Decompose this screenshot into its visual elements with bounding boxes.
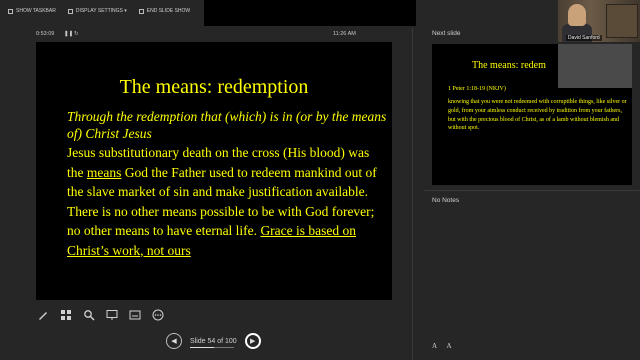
taskbar-icon <box>8 8 13 14</box>
display-settings-button[interactable]: DISPLAY SETTINGS ▾ <box>67 8 127 14</box>
pointer-icon[interactable] <box>105 308 119 322</box>
show-taskbar-label: SHOW TASKBAR <box>16 8 56 14</box>
slide-counter[interactable]: Slide 54 of 100 <box>190 337 237 348</box>
presenter-toolbar: SHOW TASKBAR DISPLAY SETTINGS ▾ END SLID… <box>0 0 208 22</box>
next-slide-verse: 1 Peter 1:18-19 (NKJV) <box>448 86 506 92</box>
video-person-head <box>568 4 586 26</box>
video-overlay <box>558 44 632 88</box>
next-slide-preview[interactable]: The means: redem 1 Peter 1:18-19 (NKJV) … <box>432 44 632 185</box>
notes-text: No Notes <box>432 197 460 204</box>
font-size-controls: A A <box>432 342 460 350</box>
prev-icon[interactable]: ◀ <box>166 333 182 349</box>
notes-divider[interactable] <box>424 190 640 191</box>
end-slide-show-button[interactable]: END SLIDE SHOW <box>138 8 191 14</box>
screen-share-header <box>204 0 416 26</box>
slide-navigation: ◀ Slide 54 of 100 ▶ <box>166 332 262 350</box>
panel-divider[interactable] <box>412 28 413 360</box>
display-settings-label: DISPLAY SETTINGS ▾ <box>75 8 127 14</box>
pen-icon[interactable] <box>36 308 50 322</box>
subtitles-icon[interactable] <box>128 308 142 322</box>
current-time: 11:26 AM <box>333 31 356 37</box>
current-slide[interactable]: The means: redemption Through the redemp… <box>36 42 392 300</box>
slide-subtitle: Through the redemption that (which) is i… <box>67 109 387 141</box>
video-shelf <box>606 4 638 38</box>
next-slide-text: knowing that you were not redeemed with … <box>448 99 627 132</box>
participant-name: David Sanford <box>566 35 602 41</box>
slide-body-means: means <box>86 164 122 180</box>
show-taskbar-button[interactable]: SHOW TASKBAR <box>8 8 56 14</box>
participant-video[interactable]: David Sanford <box>558 0 640 42</box>
slide-title: The means: redemption <box>119 76 309 98</box>
end-slide-show-label: END SLIDE SHOW <box>146 8 191 14</box>
zoom-icon[interactable] <box>82 308 96 322</box>
next-slide-label: Next slide <box>432 30 461 37</box>
next-icon[interactable]: ▶ <box>244 333 261 349</box>
slide-counter-label: Slide 54 of 100 <box>190 337 237 345</box>
all-slides-icon[interactable] <box>59 308 73 322</box>
increase-font-icon[interactable]: A <box>432 342 437 350</box>
display-icon <box>67 8 73 14</box>
next-slide-title: The means: redem <box>472 60 546 71</box>
pause-timer-icon[interactable]: ❚❚ <box>64 31 73 37</box>
slide-body: Jesus substitutionary death on the cross… <box>67 143 389 260</box>
slide-tools <box>36 308 165 322</box>
end-show-icon <box>138 8 144 14</box>
elapsed-timer: 0:53:09 <box>36 31 55 37</box>
reset-timer-icon[interactable]: ↻ <box>74 31 79 37</box>
more-options-icon[interactable] <box>151 308 165 322</box>
decrease-font-icon[interactable]: A <box>446 342 451 350</box>
slide-progress-fill <box>190 346 214 348</box>
timer-row: 0:53:09 ❚❚ ↻ 11:26 AM <box>36 30 392 40</box>
